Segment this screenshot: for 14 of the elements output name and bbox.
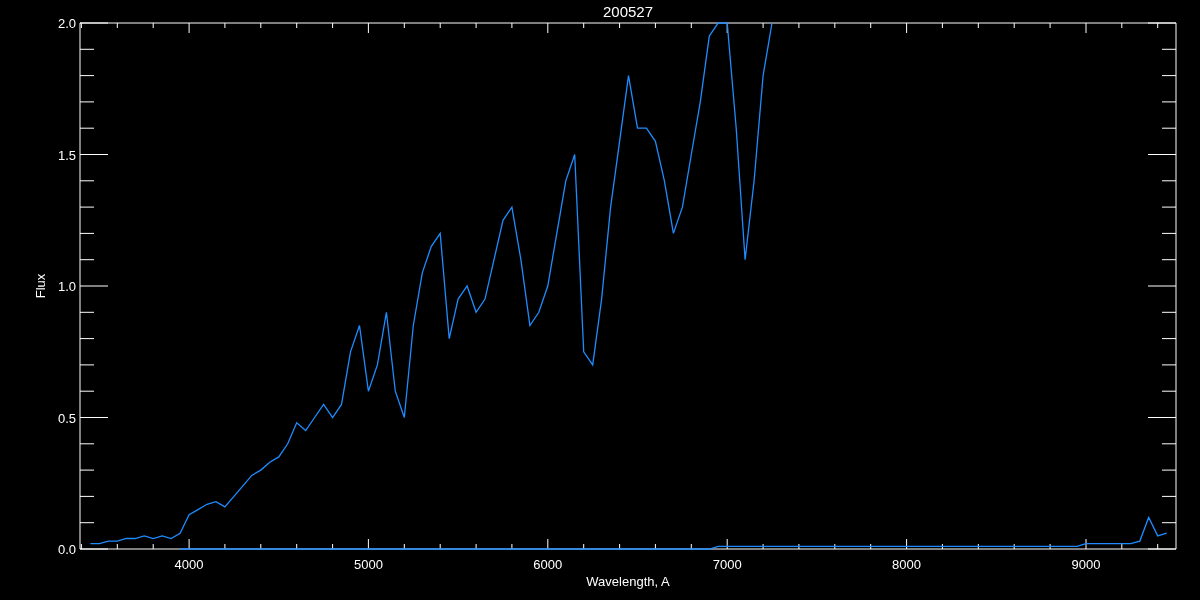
x-tick-label: 9000	[1071, 557, 1101, 572]
chart-title: 200527	[602, 3, 654, 20]
x-tick-label: 6000	[533, 557, 563, 572]
y-tick-label: 2.0	[57, 16, 76, 31]
x-tick-label: 8000	[892, 557, 922, 572]
y-tick-label: 1.5	[57, 147, 76, 163]
y-tick-label: 0.5	[57, 410, 76, 426]
y-tick-label: 0.0	[57, 542, 76, 557]
x-tick-label: 5000	[354, 557, 383, 572]
y-tick-label: 1.0	[57, 279, 76, 294]
x-tick-label: 4000	[174, 557, 204, 572]
x-axis-label: Wavelength, A	[586, 574, 670, 589]
x-tick-label: 7000	[712, 557, 742, 572]
y-axis-label: Flux	[33, 273, 48, 299]
